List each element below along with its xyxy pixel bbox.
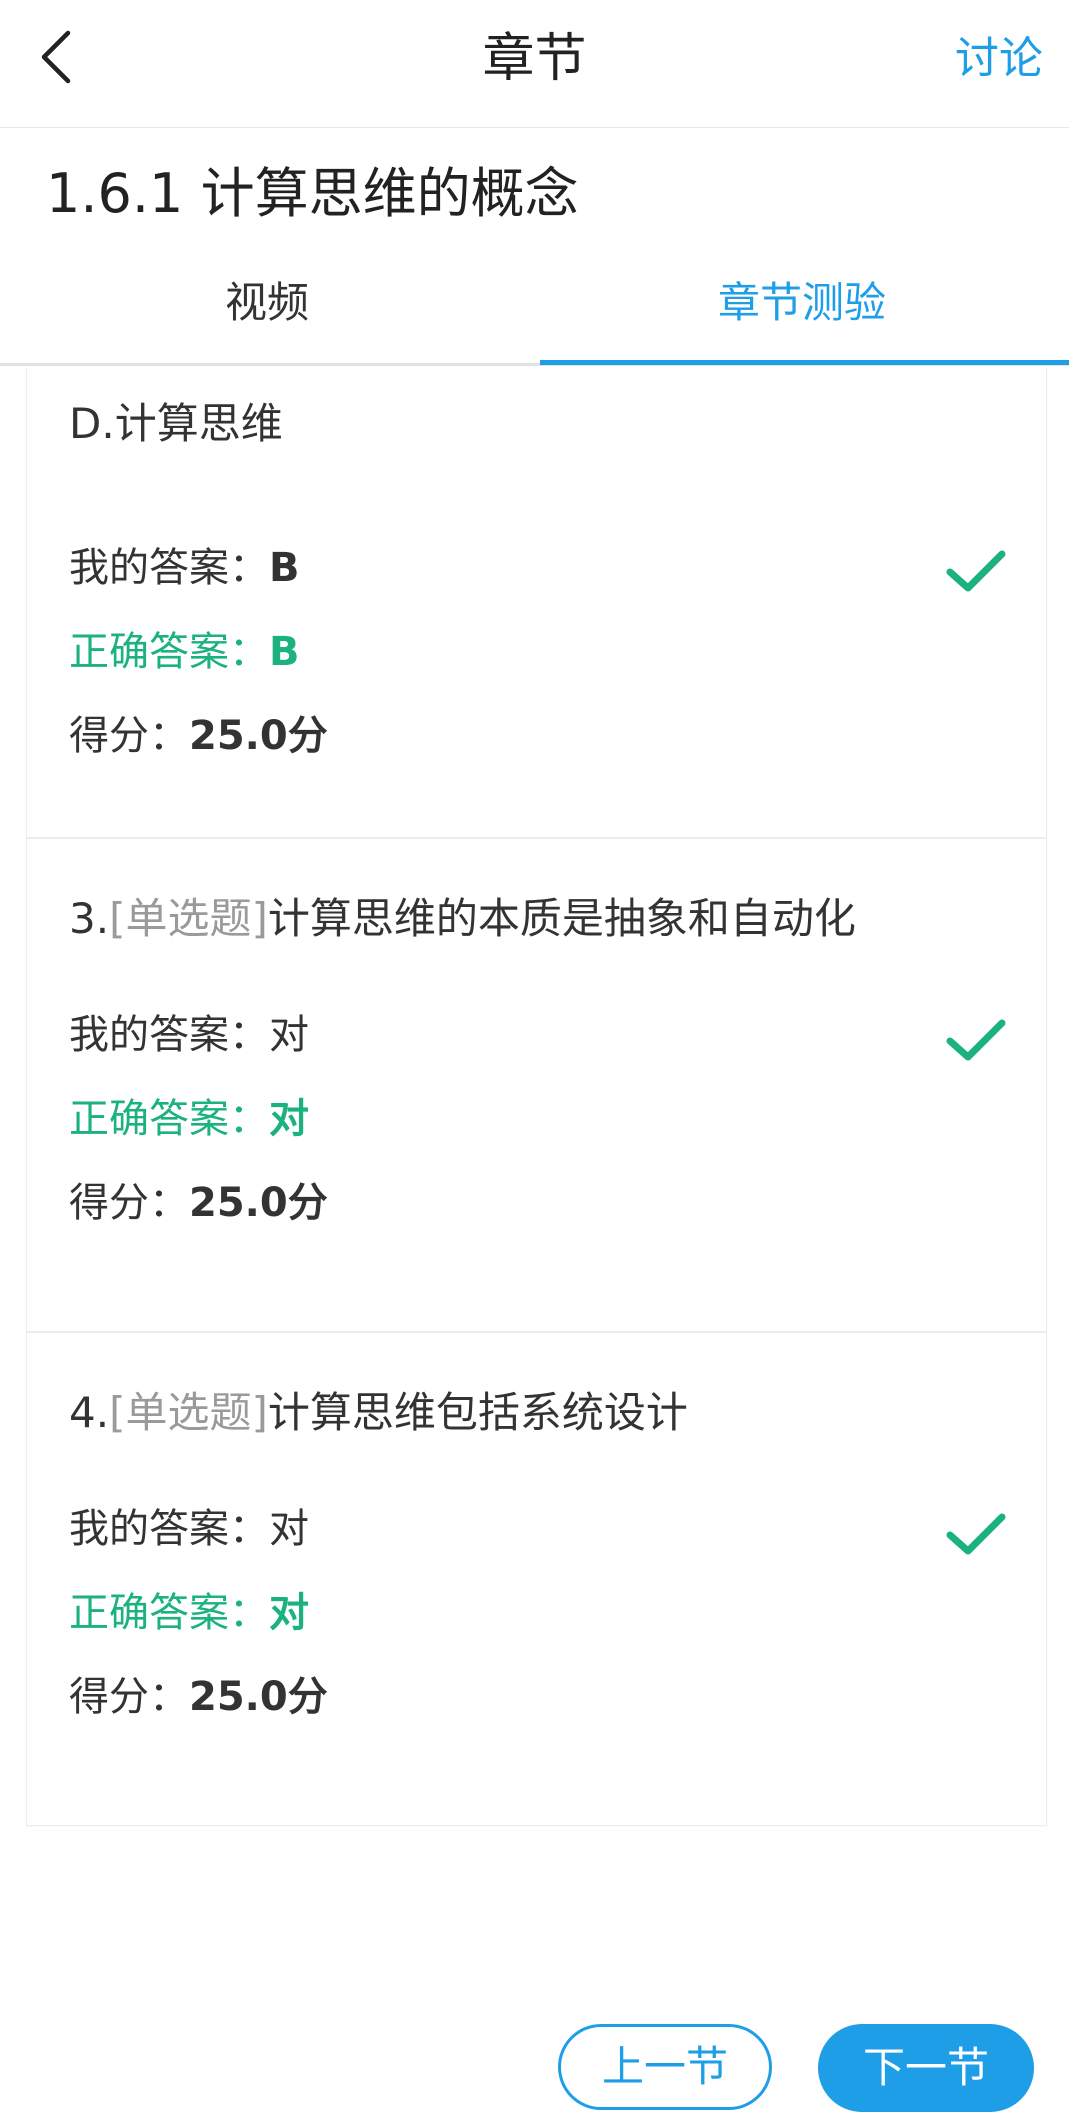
my-answer: 我的答案：B	[69, 540, 300, 596]
question-text: 计算思维包括系统设计	[267, 1388, 688, 1437]
question-number: 3.	[69, 894, 110, 943]
my-answer-label: 我的答案：	[69, 1506, 269, 1552]
correct-answer-label: 正确答案：	[69, 629, 269, 675]
correct-answer: 正确答案：对	[69, 1091, 309, 1147]
correct-answer-label: 正确答案：	[69, 1096, 269, 1142]
score-label: 得分：	[69, 1674, 189, 1720]
score-value: 25.0分	[189, 1180, 328, 1226]
question-card: 3.[单选题]计算思维的本质是抽象和自动化 我的答案：对 正确答案：对 得分：2…	[26, 838, 1047, 1332]
question-type: [单选题]	[109, 894, 268, 943]
score-label: 得分：	[69, 1180, 189, 1226]
correct-answer-value: B	[269, 629, 300, 675]
correct-answer: 正确答案：B	[69, 624, 300, 680]
score-value: 25.0分	[189, 1674, 328, 1720]
page-title: 章节	[482, 29, 587, 89]
app-header: 章节 讨论	[0, 0, 1069, 128]
score-value: 25.0分	[189, 713, 328, 759]
question-card: D.计算思维 我的答案：B 正确答案：B 得分：25.0分	[26, 368, 1047, 838]
my-answer: 我的答案：对	[69, 1007, 309, 1063]
my-answer-value: 对	[269, 1506, 309, 1552]
correct-answer-value: 对	[269, 1590, 309, 1636]
tab-bar: 视频 章节测验	[0, 258, 1069, 366]
score-label: 得分：	[69, 713, 189, 759]
correct-answer-label: 正确答案：	[69, 1590, 269, 1636]
my-answer-value: 对	[269, 1012, 309, 1058]
active-tab-indicator	[540, 360, 1069, 365]
my-answer-value: B	[269, 545, 300, 591]
option-text: D.计算思维	[69, 399, 283, 448]
next-section-button[interactable]: 下一节	[818, 2024, 1034, 2112]
question-type: [单选题]	[109, 1388, 268, 1437]
score: 得分：25.0分	[69, 708, 328, 764]
correct-answer: 正确答案：对	[69, 1585, 309, 1641]
question-number: 4.	[69, 1388, 110, 1437]
check-icon	[946, 1513, 1006, 1555]
question-card: 4.[单选题]计算思维包括系统设计 我的答案：对 正确答案：对 得分：25.0分	[26, 1332, 1047, 1826]
prev-section-button[interactable]: 上一节	[558, 2024, 772, 2110]
my-answer-label: 我的答案：	[69, 1012, 269, 1058]
score: 得分：25.0分	[69, 1175, 328, 1231]
my-answer: 我的答案：对	[69, 1501, 309, 1557]
check-icon	[946, 550, 1006, 592]
check-icon	[946, 1019, 1006, 1061]
discuss-link[interactable]: 讨论	[955, 24, 1043, 94]
question-stem: 3.[单选题]计算思维的本质是抽象和自动化	[69, 891, 856, 947]
my-answer-label: 我的答案：	[69, 545, 269, 591]
score: 得分：25.0分	[69, 1669, 328, 1725]
correct-answer-value: 对	[269, 1096, 309, 1142]
tab-chapter-quiz[interactable]: 章节测验	[535, 258, 1069, 363]
question-text: 计算思维的本质是抽象和自动化	[267, 894, 856, 943]
tab-video[interactable]: 视频	[0, 258, 534, 363]
lesson-title: 1.6.1 计算思维的概念	[46, 162, 579, 225]
question-stem: 4.[单选题]计算思维包括系统设计	[69, 1385, 688, 1441]
